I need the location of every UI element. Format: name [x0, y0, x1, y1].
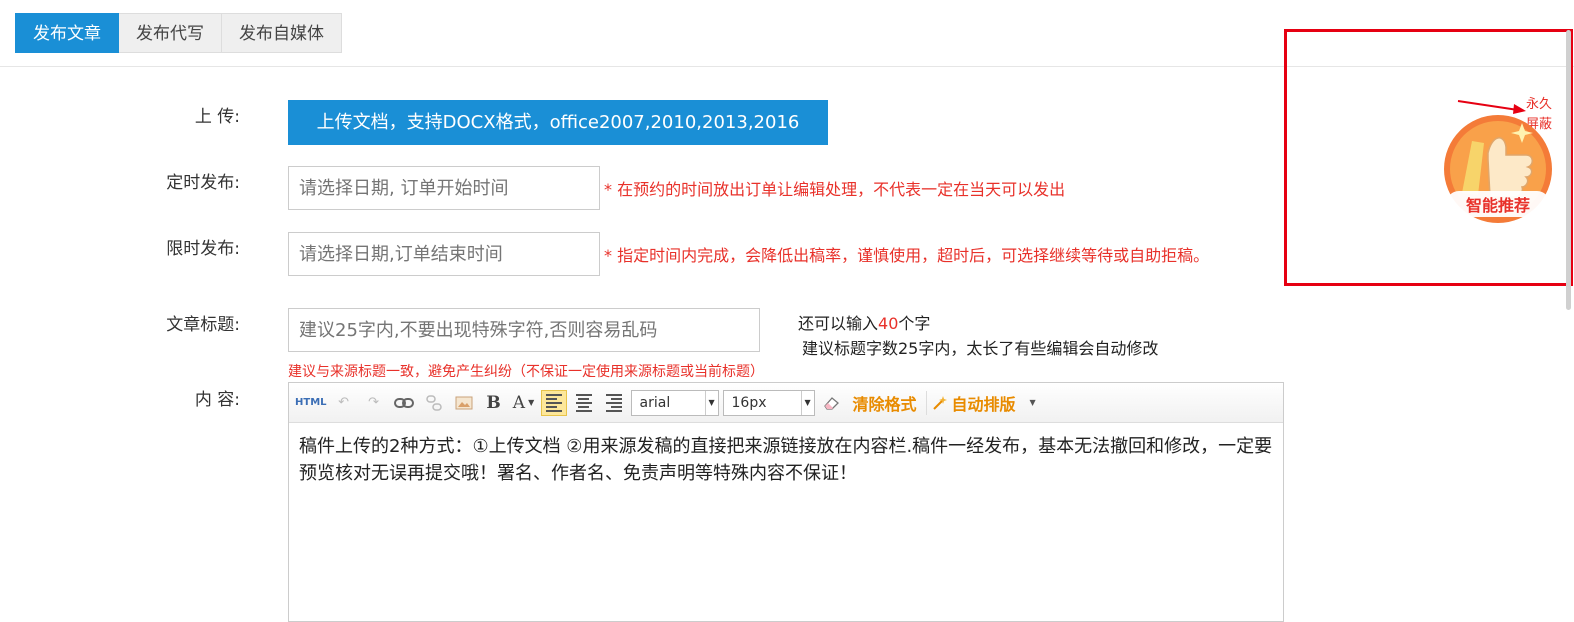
- deadline-date-input[interactable]: [288, 232, 600, 276]
- article-title-input[interactable]: [288, 308, 760, 352]
- font-family-select[interactable]: arial ▼: [630, 389, 719, 416]
- align-center-icon: [575, 393, 592, 412]
- upload-document-button[interactable]: 上传文档，支持DOCX格式，office2007,2010,2013,2016: [288, 100, 828, 145]
- content-label: 内 容:: [194, 390, 240, 410]
- auto-layout-dropdown-icon[interactable]: ▼: [1020, 390, 1046, 416]
- undo-icon[interactable]: ↶: [331, 390, 357, 416]
- chevron-down-icon: ▼: [800, 390, 814, 415]
- eraser-icon[interactable]: [819, 390, 845, 416]
- font-color-button[interactable]: A ▼: [511, 390, 537, 416]
- title-source-note: 建议与来源标题一致，避免产生纠纷（不保证一定使用来源标题或当前标题）: [288, 364, 764, 380]
- smart-recommend-badge[interactable]: 智能推荐: [1442, 113, 1554, 225]
- title-label: 文章标题:: [166, 315, 240, 335]
- schedule-note: * 在预约的时间放出订单让编辑处理，不代表一定在当天可以发出: [604, 180, 1066, 199]
- publish-tabs: 发布文章 发布代写 发布自媒体: [15, 13, 342, 53]
- redo-icon[interactable]: ↷: [361, 390, 387, 416]
- tab-publish-article[interactable]: 发布文章: [15, 13, 119, 53]
- editor-content[interactable]: 稿件上传的2种方式：①上传文档 ②用来源发稿的直接把来源链接放在内容栏.稿件一经…: [289, 423, 1283, 497]
- align-center-button[interactable]: [571, 390, 597, 416]
- deadline-label: 限时发布:: [166, 239, 240, 259]
- link-icon[interactable]: [391, 390, 417, 416]
- clear-format-button[interactable]: 清除格式: [853, 391, 917, 415]
- tab-publish-self-media[interactable]: 发布自媒体: [222, 13, 342, 53]
- chevron-down-icon: ▼: [704, 390, 718, 415]
- auto-layout-button[interactable]: 自动排版: [952, 391, 1016, 415]
- align-left-button[interactable]: [540, 389, 567, 416]
- schedule-date-input[interactable]: [288, 166, 600, 210]
- page-scrollbar[interactable]: [1566, 30, 1571, 310]
- font-size-select[interactable]: 16px ▼: [722, 389, 815, 416]
- align-right-icon: [605, 393, 622, 412]
- image-icon[interactable]: [451, 390, 477, 416]
- rich-text-editor: HTML ↶ ↷ B A ▼ arial ▼ 16px ▼ 清除格式 自动排版 …: [288, 382, 1284, 622]
- bold-button[interactable]: B: [481, 390, 507, 416]
- align-right-button[interactable]: [601, 390, 627, 416]
- html-source-button[interactable]: HTML: [295, 390, 327, 416]
- upload-label: 上 传:: [194, 107, 240, 127]
- title-length-hint: 建议标题字数25字内，太长了有些编辑会自动修改: [802, 339, 1159, 358]
- font-color-dropdown-icon: ▼: [528, 398, 535, 407]
- title-remaining-count: 还可以输入40个字: [798, 314, 931, 333]
- badge-label: 智能推荐: [1466, 196, 1530, 215]
- align-left-icon: [545, 393, 562, 412]
- unlink-icon[interactable]: [421, 390, 447, 416]
- magic-wand-icon: [932, 390, 948, 416]
- arrow-icon: [1457, 100, 1526, 114]
- schedule-label: 定时发布:: [166, 173, 240, 193]
- editor-toolbar: HTML ↶ ↷ B A ▼ arial ▼ 16px ▼ 清除格式 自动排版 …: [289, 383, 1283, 423]
- toolbar-separator: [925, 390, 927, 415]
- tab-publish-ghostwrite[interactable]: 发布代写: [119, 13, 222, 53]
- deadline-note: * 指定时间内完成，会降低出稿率，谨慎使用，超时后，可选择继续等待或自助拒稿。: [604, 246, 1210, 265]
